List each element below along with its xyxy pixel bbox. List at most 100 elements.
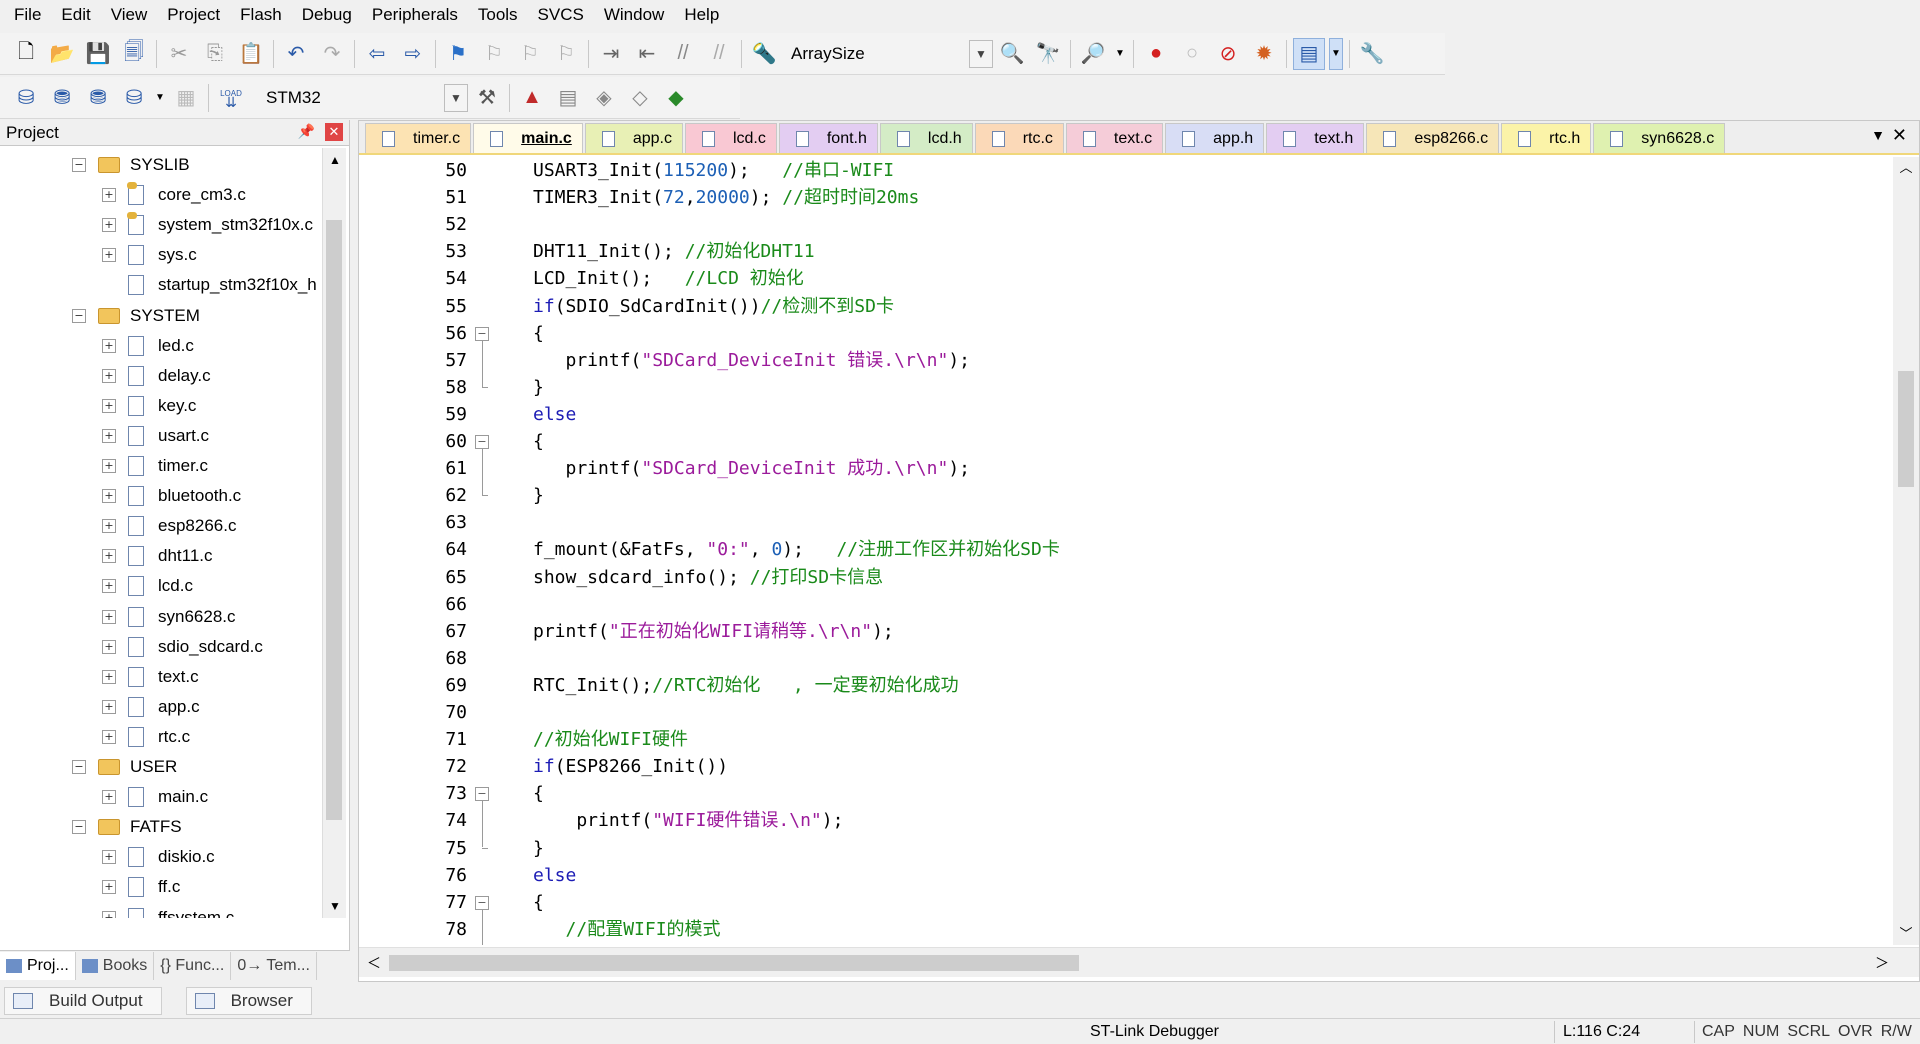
tree-file[interactable]: + rtc.c bbox=[102, 722, 190, 752]
tree-file[interactable]: + syn6628.c bbox=[102, 602, 236, 632]
expand-icon[interactable]: + bbox=[102, 910, 116, 918]
editor-tab-rtc-h[interactable]: rtc.h bbox=[1501, 123, 1592, 153]
fold-collapse-icon[interactable]: − bbox=[475, 435, 489, 449]
scroll-left-icon[interactable]: ＜ bbox=[367, 953, 381, 973]
tree-file[interactable]: + sdio_sdcard.c bbox=[102, 632, 263, 662]
collapse-icon[interactable]: − bbox=[72, 158, 86, 172]
target-combo[interactable]: STM32 ▼ bbox=[257, 83, 469, 113]
menu-peripherals[interactable]: Peripherals bbox=[362, 0, 468, 30]
tree-file[interactable]: + ffsystem.c bbox=[102, 903, 234, 918]
collapse-icon[interactable]: − bbox=[72, 308, 86, 323]
output-tab-build-output[interactable]: Build Output bbox=[4, 987, 162, 1015]
panel-tab-2[interactable]: {} Func... bbox=[154, 951, 232, 980]
incremental-find-icon[interactable]: 🔭 bbox=[1032, 38, 1064, 70]
editor-tab-text-h[interactable]: text.h bbox=[1266, 123, 1365, 153]
collapse-icon[interactable]: − bbox=[72, 820, 86, 835]
kill-all-breakpoints-icon[interactable]: ✹ bbox=[1248, 38, 1280, 70]
load-download-icon[interactable]: LOAD ⇊ bbox=[215, 82, 247, 114]
code-view[interactable]: 50 USART3_Init(115200); //串口-WIFI 51 TIMER3… bbox=[363, 157, 1893, 945]
expand-icon[interactable]: + bbox=[102, 248, 116, 263]
scroll-up-icon[interactable]: ︿ bbox=[1893, 157, 1919, 179]
menu-view[interactable]: View bbox=[101, 0, 158, 30]
tree-file[interactable]: +startup_stm32f10x_h bbox=[102, 270, 317, 300]
expand-icon[interactable]: + bbox=[102, 338, 116, 353]
expand-icon[interactable]: + bbox=[102, 579, 116, 594]
scroll-down-icon[interactable]: ﹀ bbox=[1893, 923, 1919, 945]
editor-tab-syn6628-c[interactable]: syn6628.c bbox=[1593, 123, 1726, 153]
tree-file[interactable]: + timer.c bbox=[102, 451, 208, 481]
cut-icon[interactable]: ✂ bbox=[163, 38, 195, 70]
uncomment-icon[interactable]: // bbox=[703, 38, 735, 70]
tree-folder[interactable]: − USER bbox=[72, 752, 177, 782]
tree-file[interactable]: + text.c bbox=[102, 662, 199, 692]
editor-tab-app-h[interactable]: app.h bbox=[1165, 123, 1265, 153]
next-bookmark-icon[interactable]: ⚐ bbox=[514, 38, 546, 70]
disable-all-breakpoints-icon[interactable]: ⊘ bbox=[1212, 38, 1244, 70]
tree-file[interactable]: + system_stm32f10x.c bbox=[102, 210, 313, 240]
scrollbar-thumb[interactable] bbox=[389, 955, 1079, 971]
disable-breakpoint-icon[interactable]: ○ bbox=[1176, 38, 1208, 70]
select-software-packs-icon[interactable]: ◇ bbox=[624, 82, 656, 114]
tree-file[interactable]: + esp8266.c bbox=[102, 511, 236, 541]
tab-list-dropdown-icon[interactable]: ▼ bbox=[1871, 127, 1885, 143]
fold-collapse-icon[interactable]: − bbox=[475, 895, 489, 910]
expand-icon[interactable]: + bbox=[102, 368, 116, 383]
editor-tab-timer-c[interactable]: timer.c bbox=[365, 123, 472, 153]
select-packs-icon[interactable]: ▤ bbox=[552, 82, 584, 114]
chevron-down-icon[interactable]: ▼ bbox=[154, 82, 166, 114]
tree-file[interactable]: + main.c bbox=[102, 782, 208, 812]
editor-horizontal-scrollbar[interactable]: ＜ ＞ bbox=[359, 947, 1919, 977]
editor-tab-lcd-h[interactable]: lcd.h bbox=[879, 123, 973, 153]
scroll-down-icon[interactable]: ▼ bbox=[323, 894, 347, 918]
chevron-down-icon[interactable]: ▼ bbox=[1113, 38, 1127, 70]
stop-build-icon[interactable]: ▦ bbox=[170, 82, 202, 114]
manage-rte-icon[interactable]: ◈ bbox=[588, 82, 620, 114]
chevron-down-icon[interactable]: ▼ bbox=[444, 83, 468, 112]
configure-wrench-icon[interactable]: 🔧 bbox=[1356, 38, 1388, 70]
editor-tab-main-c[interactable]: main.c bbox=[473, 123, 583, 153]
tree-file[interactable]: + led.c bbox=[102, 331, 194, 361]
expand-icon[interactable]: + bbox=[102, 459, 116, 473]
tree-file[interactable]: + ff.c bbox=[102, 872, 180, 902]
expand-icon[interactable]: + bbox=[102, 398, 116, 413]
menu-svcs[interactable]: SVCS bbox=[528, 0, 594, 30]
scrollbar-thumb[interactable] bbox=[326, 220, 342, 820]
tree-file[interactable]: + usart.c bbox=[102, 421, 209, 451]
expand-icon[interactable]: + bbox=[102, 790, 116, 805]
menu-help[interactable]: Help bbox=[674, 0, 729, 30]
window-layout-icon[interactable]: ▤ bbox=[1293, 37, 1325, 70]
previous-bookmark-icon[interactable]: ⚐ bbox=[478, 38, 510, 70]
debug-session-icon[interactable]: 🔎 bbox=[1077, 38, 1109, 70]
chevron-down-icon[interactable]: ▼ bbox=[1329, 37, 1343, 70]
open-file-icon[interactable]: 📂 bbox=[46, 38, 78, 70]
expand-icon[interactable]: + bbox=[102, 880, 116, 895]
close-icon[interactable]: ✕ bbox=[325, 123, 343, 141]
expand-icon[interactable]: + bbox=[102, 669, 116, 684]
new-file-icon[interactable]: 🗋 bbox=[10, 38, 42, 70]
tree-file[interactable]: + app.c bbox=[102, 692, 200, 722]
fold-collapse-icon[interactable]: − bbox=[475, 326, 489, 341]
output-tab-browser[interactable]: Browser bbox=[185, 987, 312, 1015]
tree-file[interactable]: + key.c bbox=[102, 391, 196, 421]
close-icon[interactable]: ✕ bbox=[1892, 125, 1907, 146]
tree-file[interactable]: + bluetooth.c bbox=[102, 481, 241, 511]
collapse-icon[interactable]: − bbox=[72, 760, 86, 774]
find-combo[interactable]: ArraySize ▼ bbox=[782, 39, 994, 69]
translate-icon[interactable]: ⛁ bbox=[10, 82, 42, 114]
menu-flash[interactable]: Flash bbox=[230, 0, 292, 30]
expand-icon[interactable]: + bbox=[102, 489, 116, 504]
pin-icon[interactable]: 📌 bbox=[298, 123, 315, 140]
save-icon[interactable]: 💾 bbox=[82, 38, 114, 70]
chevron-down-icon[interactable]: ▼ bbox=[969, 39, 993, 68]
editor-vertical-scrollbar[interactable]: ︿ ﹀ bbox=[1893, 157, 1919, 945]
insert-breakpoint-icon[interactable]: ● bbox=[1140, 38, 1172, 70]
unindent-icon[interactable]: ⇤ bbox=[631, 38, 663, 70]
expand-icon[interactable]: + bbox=[102, 850, 116, 865]
tree-folder[interactable]: − SYSLIB bbox=[72, 150, 190, 180]
tree-folder[interactable]: − SYSTEM bbox=[72, 301, 200, 331]
tree-file[interactable]: + core_cm3.c bbox=[102, 180, 246, 210]
copy-icon[interactable]: ⎘ bbox=[199, 38, 231, 70]
undo-icon[interactable]: ↶ bbox=[280, 38, 312, 70]
tree-file[interactable]: + lcd.c bbox=[102, 571, 193, 601]
tree-file[interactable]: + dht11.c bbox=[102, 541, 213, 571]
